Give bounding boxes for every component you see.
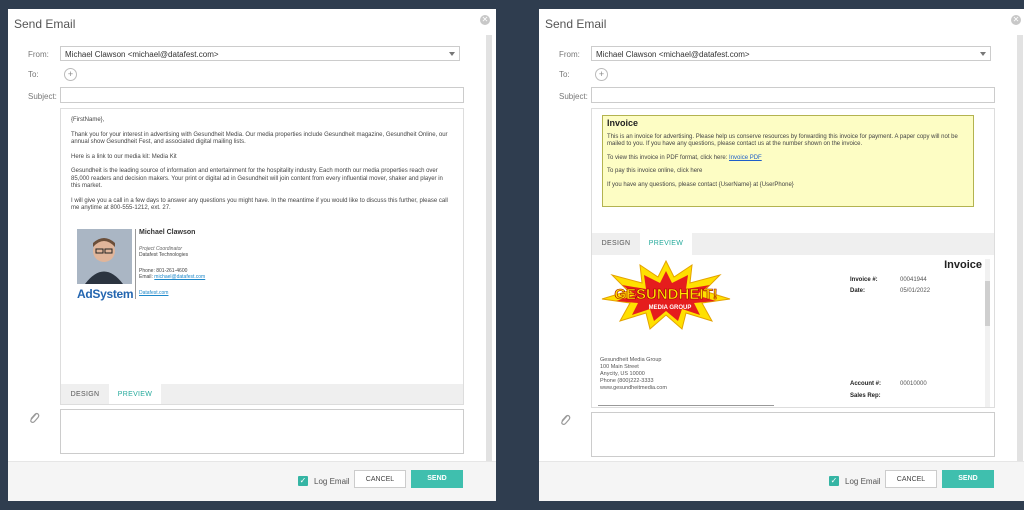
email-body: {FirstName}, Thank you for your interest… bbox=[71, 117, 453, 220]
avatar bbox=[77, 229, 132, 284]
invoice-number-value: 00041944 bbox=[900, 277, 927, 283]
log-email-checkbox[interactable]: ✓ bbox=[298, 476, 308, 486]
from-value: Michael Clawson <michael@datafest.com> bbox=[596, 50, 750, 59]
chevron-down-icon bbox=[449, 52, 455, 56]
cancel-button[interactable]: CANCEL bbox=[885, 470, 937, 488]
signature-email: Email: michael@datafest.com bbox=[139, 274, 205, 280]
logo-text-secondary: MEDIA GROUP bbox=[649, 305, 692, 311]
dialog-title: Send Email bbox=[14, 17, 76, 31]
account-value: 00010000 bbox=[900, 381, 927, 387]
dialog-scrollbar[interactable] bbox=[1017, 35, 1023, 495]
editor-tabs: DESIGN PREVIEW bbox=[592, 233, 994, 255]
send-email-dialog-right: Send Email ✕ From: Michael Clawson <mich… bbox=[539, 9, 1024, 501]
from-value: Michael Clawson <michael@datafest.com> bbox=[65, 50, 219, 59]
signature-website-link[interactable]: Datafest.com bbox=[139, 290, 168, 296]
from-select[interactable]: Michael Clawson <michael@datafest.com> bbox=[60, 46, 460, 61]
body-paragraph: Thank you for your interest in advertisi… bbox=[71, 131, 448, 146]
attachment-dropzone[interactable] bbox=[591, 412, 995, 457]
invoice-pay-line[interactable]: To pay this invoice online, click here bbox=[607, 168, 969, 176]
invoice-number-row: Invoice #: bbox=[850, 277, 878, 283]
editor-tabs: DESIGN PREVIEW bbox=[61, 384, 463, 404]
body-paragraph: {FirstName}, bbox=[71, 117, 105, 123]
tab-design[interactable]: DESIGN bbox=[61, 384, 109, 404]
to-label: To: bbox=[559, 70, 570, 79]
paperclip-icon[interactable] bbox=[559, 413, 571, 427]
attachment-dropzone[interactable] bbox=[60, 409, 464, 454]
dialog-title: Send Email bbox=[545, 17, 607, 31]
cancel-button[interactable]: CANCEL bbox=[354, 470, 406, 488]
chevron-down-icon bbox=[980, 52, 986, 56]
logo-text-primary: GESUNDHEIT! bbox=[614, 286, 717, 303]
from-label: From: bbox=[559, 50, 580, 59]
email-body-editor[interactable]: {FirstName}, Thank you for your interest… bbox=[60, 108, 464, 405]
close-icon[interactable]: ✕ bbox=[1011, 15, 1021, 25]
preview-divider bbox=[598, 405, 774, 406]
subject-label: Subject: bbox=[559, 92, 588, 101]
invoice-date-label: Date: bbox=[850, 288, 866, 294]
subject-label: Subject: bbox=[28, 92, 57, 101]
from-select[interactable]: Michael Clawson <michael@datafest.com> bbox=[591, 46, 991, 61]
invoice-pdf-line: To view this invoice in PDF format, clic… bbox=[607, 155, 969, 163]
send-button[interactable]: SEND bbox=[942, 470, 994, 488]
preview-invoice-title: Invoice bbox=[944, 259, 982, 271]
invoice-contact-line: If you have any questions, please contac… bbox=[607, 181, 794, 188]
preview-scrollbar[interactable] bbox=[985, 259, 990, 407]
account-row: Account #: bbox=[850, 381, 881, 387]
tab-design[interactable]: DESIGN bbox=[592, 233, 640, 255]
subject-input[interactable] bbox=[60, 87, 464, 103]
body-paragraph: I will give you a call in a few days to … bbox=[71, 197, 448, 212]
invoice-preview: GESUNDHEIT! MEDIA GROUP Invoice Invoice … bbox=[592, 255, 994, 407]
send-button[interactable]: SEND bbox=[411, 470, 463, 488]
signature-email-label: Email: bbox=[139, 274, 153, 280]
body-paragraph: Here is a link to our media kit: Media K… bbox=[71, 153, 177, 160]
signature-company: Datafest Technologies bbox=[139, 252, 189, 258]
email-signature: Michael Clawson Project Coordinator Data… bbox=[77, 229, 277, 309]
adsystem-logo: AdSystem bbox=[77, 287, 134, 301]
account-label: Account #: bbox=[850, 381, 882, 387]
signature-email-link[interactable]: michael@datafest.com bbox=[154, 274, 205, 280]
invoice-pdf-prefix: To view this invoice in PDF format, clic… bbox=[607, 154, 728, 161]
invoice-date-row: Date: bbox=[850, 288, 865, 294]
invoice-message-box: Invoice This is an invoice for advertisi… bbox=[602, 115, 974, 207]
subject-input[interactable] bbox=[591, 87, 995, 103]
log-email-label: Log Email bbox=[314, 477, 350, 486]
sales-rep-label: Sales Rep: bbox=[850, 393, 881, 399]
from-label: From: bbox=[28, 50, 49, 59]
to-label: To: bbox=[28, 70, 39, 79]
email-body-editor[interactable]: Invoice This is an invoice for advertisi… bbox=[591, 108, 995, 408]
log-email-checkbox[interactable]: ✓ bbox=[829, 476, 839, 486]
dialog-footer: ✓ Log Email CANCEL SEND bbox=[539, 461, 1024, 501]
signature-name: Michael Clawson bbox=[139, 229, 196, 236]
body-paragraph: Gesundheit is the leading source of info… bbox=[71, 168, 443, 189]
dialog-footer: ✓ Log Email CANCEL SEND bbox=[8, 461, 496, 501]
invoice-heading: Invoice bbox=[607, 118, 639, 128]
gesundheit-logo: GESUNDHEIT! MEDIA GROUP bbox=[600, 259, 732, 331]
company-address: Gesundheit Media Group 100 Main Street A… bbox=[600, 357, 667, 391]
sales-rep-row: Sales Rep: bbox=[850, 393, 881, 399]
dialog-scrollbar[interactable] bbox=[486, 35, 492, 495]
log-email-label: Log Email bbox=[845, 477, 881, 486]
invoice-pdf-link[interactable]: Invoice PDF bbox=[729, 155, 762, 161]
tab-preview[interactable]: PREVIEW bbox=[109, 384, 161, 404]
invoice-paragraph: This is an invoice for advertising. Plea… bbox=[607, 133, 958, 148]
add-recipient-icon[interactable]: + bbox=[64, 68, 77, 81]
close-icon[interactable]: ✕ bbox=[480, 15, 490, 25]
add-recipient-icon[interactable]: + bbox=[595, 68, 608, 81]
paperclip-icon[interactable] bbox=[28, 411, 40, 425]
invoice-date-value: 05/01/2022 bbox=[900, 288, 931, 294]
invoice-number-label: Invoice #: bbox=[850, 277, 878, 283]
tab-preview[interactable]: PREVIEW bbox=[640, 233, 692, 255]
send-email-dialog-left: Send Email ✕ From: Michael Clawson <mich… bbox=[8, 9, 496, 501]
